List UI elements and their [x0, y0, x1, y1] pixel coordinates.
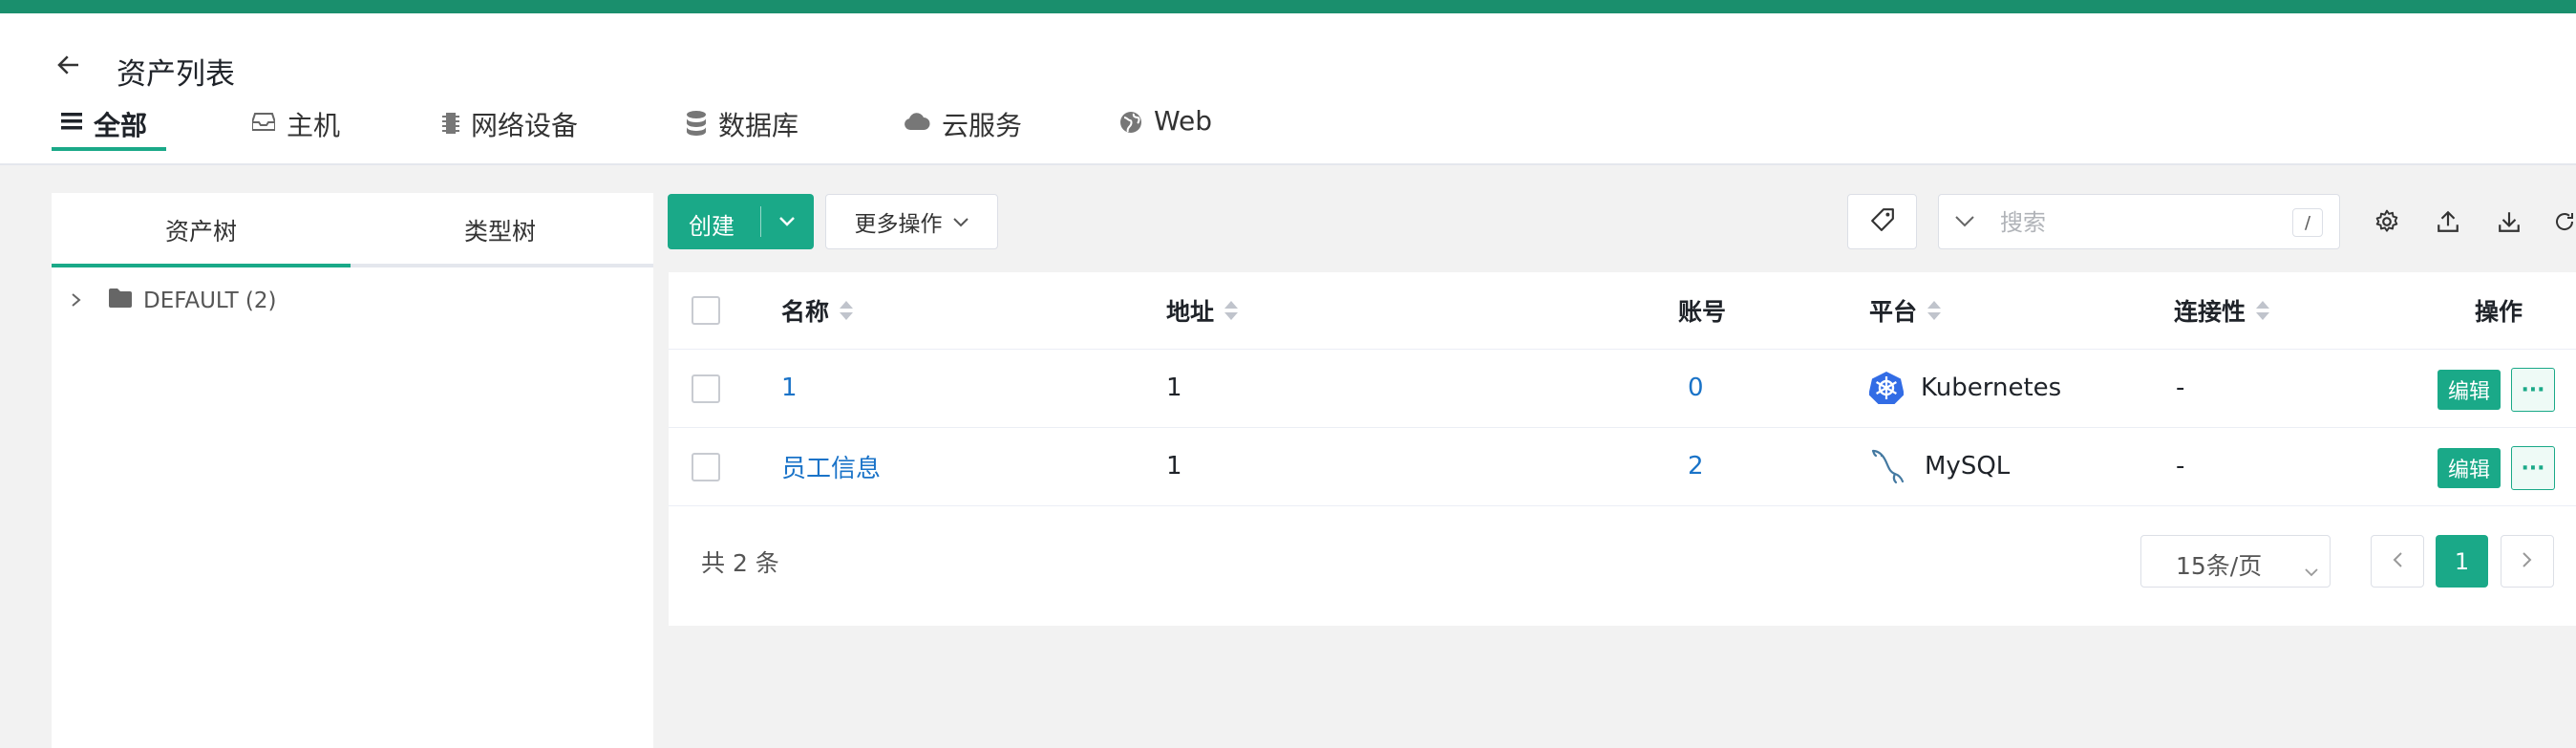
more-options-button[interactable]: ···: [2511, 446, 2555, 490]
header-label: 平台: [1869, 298, 1918, 326]
prev-page-button[interactable]: [2371, 535, 2424, 588]
chevron-down-icon[interactable]: [1954, 214, 1975, 232]
page-size-value: 15条/页: [2176, 552, 2263, 580]
more-options-button[interactable]: ···: [2511, 368, 2555, 412]
asset-name-link[interactable]: 1: [781, 350, 798, 426]
globe-icon: [1119, 105, 1154, 140]
chevron-down-icon[interactable]: [773, 205, 801, 244]
tab-cloud[interactable]: 云服务: [904, 105, 1022, 164]
asset-platform: MySQL: [1869, 428, 2010, 504]
column-header-actions: 操作: [2475, 298, 2523, 326]
row-checkbox[interactable]: [692, 453, 720, 481]
total-count: 共 2 条: [701, 549, 779, 577]
platform-label: MySQL: [1925, 452, 2011, 481]
top-accent-bar: [0, 0, 2576, 13]
upload-icon[interactable]: [2431, 204, 2465, 239]
asset-tree-panel: 资产树 类型树 DEFAULT (2): [52, 193, 653, 748]
tab-label: 全部: [94, 110, 148, 141]
tab-label: 主机: [287, 110, 341, 141]
asset-platform: Kubernetes: [1869, 350, 2061, 426]
column-header-address[interactable]: 地址: [1166, 272, 1239, 349]
download-icon[interactable]: [2492, 204, 2526, 239]
database-icon: [686, 105, 718, 142]
refresh-icon[interactable]: [2553, 204, 2576, 239]
list-icon: [61, 105, 94, 139]
cloud-icon: [904, 105, 942, 139]
tree-node-label: DEFAULT (2): [143, 289, 277, 313]
tree-node-default[interactable]: DEFAULT (2): [71, 289, 277, 313]
tab-network-device[interactable]: 网络设备: [442, 105, 578, 164]
search-input[interactable]: [1998, 203, 2289, 243]
page-title: 资产列表: [117, 57, 235, 92]
asset-connectivity: -: [2176, 374, 2185, 402]
header-label: 地址: [1166, 298, 1215, 326]
left-tab-indicator: [52, 264, 351, 267]
create-button[interactable]: 创建: [668, 194, 814, 249]
asset-accounts-link[interactable]: 0: [1688, 350, 1704, 426]
column-header-accounts: 账号: [1678, 298, 1727, 326]
tab-label: 云服务: [942, 110, 1023, 141]
tag-filter-button[interactable]: [1847, 194, 1917, 249]
tab-label: Web: [1154, 105, 1213, 137]
chevron-left-icon: [2392, 551, 2403, 572]
left-tab-divider: [351, 264, 653, 267]
select-all-checkbox[interactable]: [692, 296, 720, 325]
inbox-icon: [251, 105, 287, 139]
asset-name-link[interactable]: 员工信息: [781, 428, 881, 504]
edit-button[interactable]: 编辑: [2438, 370, 2501, 410]
tab-label: 网络设备: [471, 110, 579, 141]
edit-button[interactable]: 编辑: [2438, 448, 2501, 488]
sort-icon[interactable]: [2255, 300, 2270, 321]
sort-icon[interactable]: [1224, 300, 1239, 321]
settings-gear-icon[interactable]: [2370, 204, 2404, 239]
tab-label: 数据库: [718, 110, 799, 141]
row-divider: [669, 349, 2576, 350]
more-actions-label: 更多操作: [854, 212, 943, 237]
folder-icon: [109, 289, 132, 313]
asset-table: 名称 地址 账号 平台 连接性 操作 1 1 0 Kubernetes - 编辑…: [669, 272, 2576, 626]
chevron-down-icon: [2304, 557, 2319, 585]
tab-asset-tree[interactable]: 资产树: [52, 193, 351, 267]
tab-web[interactable]: Web: [1119, 105, 1212, 164]
page-number-current[interactable]: 1: [2436, 535, 2488, 588]
column-header-connectivity[interactable]: 连接性: [2174, 272, 2270, 349]
back-arrow-icon[interactable]: [50, 46, 88, 84]
asset-connectivity: -: [2176, 452, 2185, 481]
mysql-icon: [1869, 447, 1907, 485]
tab-all[interactable]: 全部: [61, 105, 147, 164]
row-divider: [669, 427, 2576, 428]
kubernetes-icon: [1869, 371, 1904, 405]
create-separator: [760, 206, 761, 237]
row-checkbox[interactable]: [692, 374, 720, 403]
sort-icon[interactable]: [1927, 300, 1942, 321]
page-header: 资产列表 全部 主机 网络设备 数据库 云服务 Web: [0, 13, 2576, 165]
tag-icon: [1870, 207, 1895, 236]
column-header-name[interactable]: 名称: [781, 272, 854, 349]
header-label: 名称: [781, 298, 830, 326]
header-label: 连接性: [2174, 298, 2246, 326]
asset-address: 1: [1166, 452, 1182, 481]
tab-type-tree[interactable]: 类型树: [351, 193, 649, 267]
next-page-button[interactable]: [2501, 535, 2554, 588]
chevron-down-icon: [952, 209, 969, 234]
chevron-right-icon: [2522, 551, 2533, 572]
chip-icon: [442, 105, 471, 142]
page-size-select[interactable]: 15条/页: [2140, 535, 2331, 588]
search-shortcut-hint: /: [2292, 208, 2323, 237]
create-label: 创建: [689, 213, 734, 240]
asset-address: 1: [1166, 374, 1182, 402]
search-box[interactable]: /: [1938, 194, 2340, 249]
row-divider: [669, 505, 2576, 506]
platform-label: Kubernetes: [1921, 374, 2062, 402]
tab-database[interactable]: 数据库: [686, 105, 798, 164]
tab-host[interactable]: 主机: [251, 105, 341, 164]
sort-icon[interactable]: [839, 300, 854, 321]
column-header-platform[interactable]: 平台: [1869, 272, 1942, 349]
chevron-right-icon[interactable]: [71, 289, 82, 313]
more-actions-button[interactable]: 更多操作: [825, 194, 998, 249]
active-tab-indicator: [52, 147, 166, 151]
asset-accounts-link[interactable]: 2: [1688, 428, 1704, 504]
